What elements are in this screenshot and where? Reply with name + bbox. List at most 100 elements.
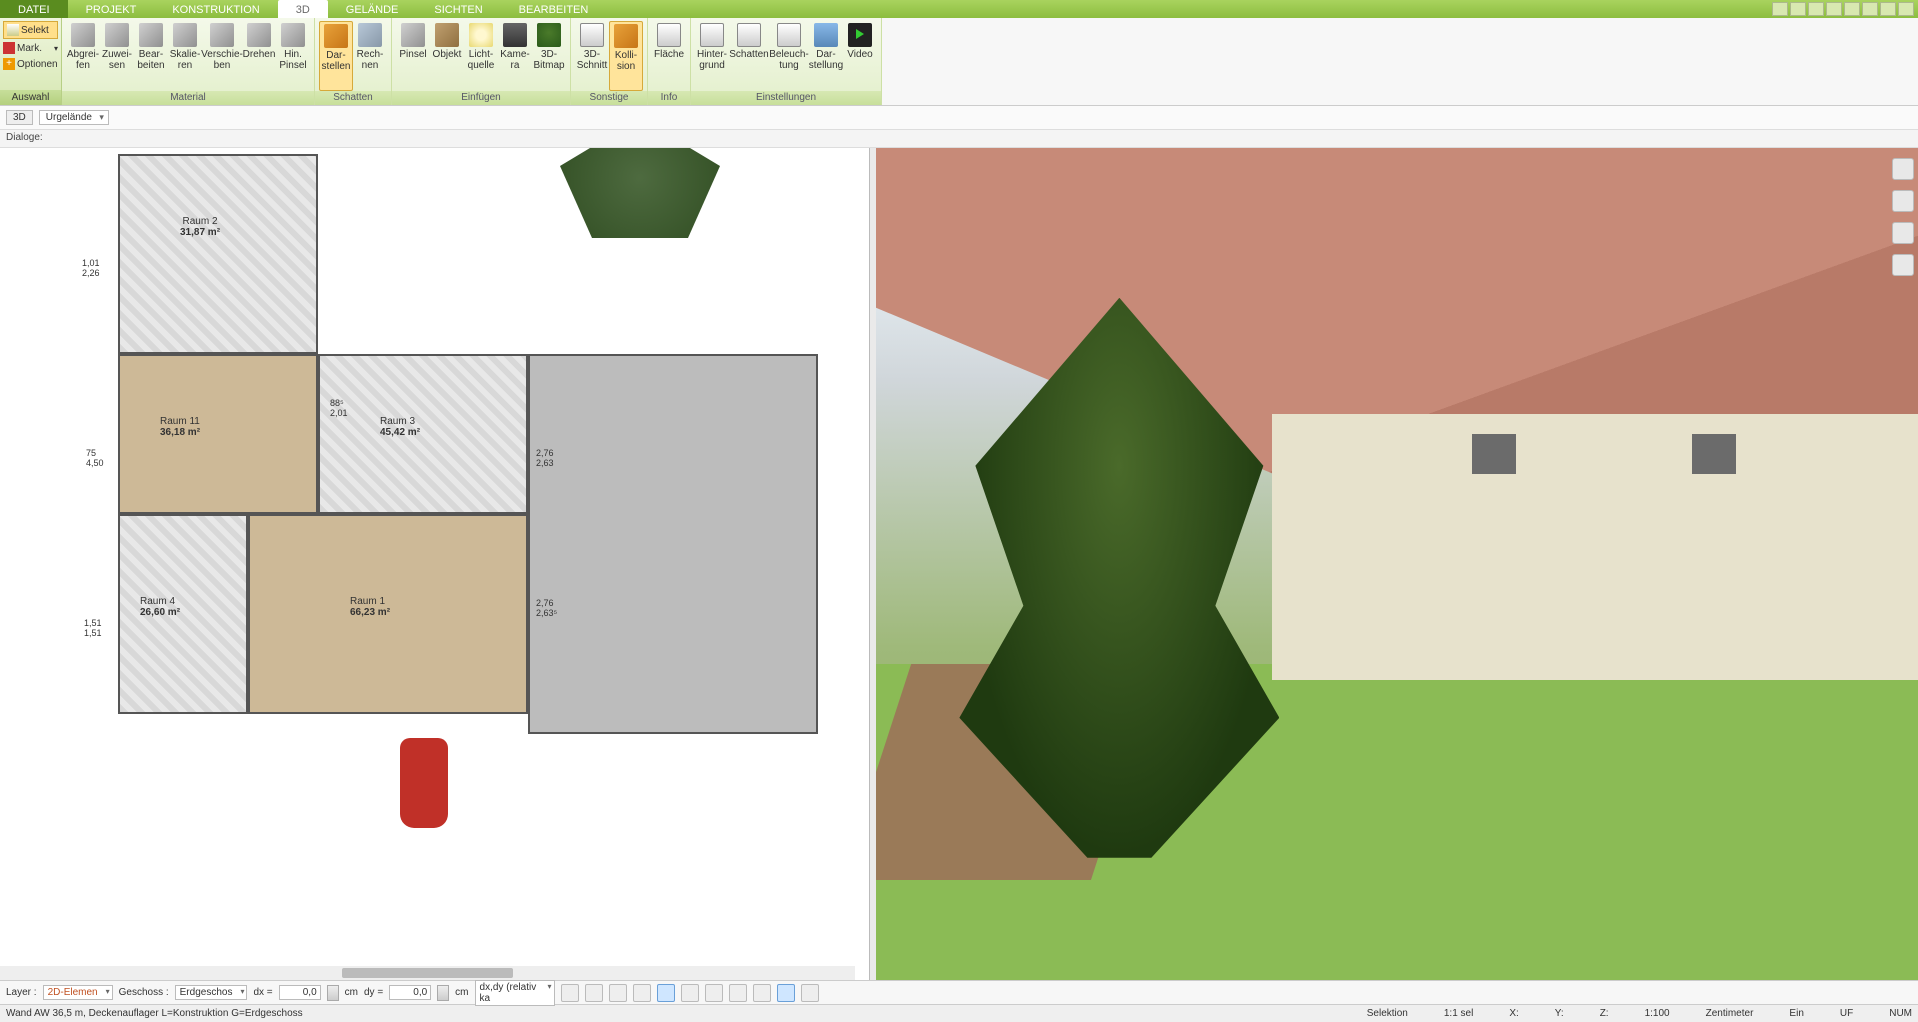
btn-label: Dar-stellung (809, 49, 843, 71)
horizontal-scrollbar[interactable] (0, 966, 855, 980)
floorplan-pane[interactable]: Raum 231,87 m² Raum 1136,18 m² Raum 345,… (0, 148, 870, 980)
darstellung-button[interactable]: Dar-stellung (809, 21, 843, 91)
north-icon[interactable] (777, 984, 795, 1002)
abgreifen-button[interactable]: Abgrei-fen (66, 21, 100, 91)
room-block[interactable]: Raum 166,23 m² (248, 514, 528, 714)
menu-bar: DATEI PROJEKT KONSTRUKTION 3D GELÄNDE SI… (0, 0, 1918, 18)
car-2d[interactable] (400, 738, 448, 828)
floorplan-canvas[interactable]: Raum 231,87 m² Raum 1136,18 m² Raum 345,… (0, 148, 869, 980)
room-block[interactable]: Raum 426,60 m² (118, 514, 248, 714)
btn-label: Kolli-sion (615, 50, 637, 72)
menu-tab-datei[interactable]: DATEI (0, 0, 68, 18)
menu-tab-projekt[interactable]: PROJEKT (68, 0, 155, 18)
btn-label: Fläche (654, 49, 684, 60)
tool-icon[interactable] (1808, 2, 1824, 16)
hintergrund-button[interactable]: Hinter-grund (695, 21, 729, 91)
scroll-thumb[interactable] (342, 968, 513, 978)
menu-tab-sichten[interactable]: SICHTEN (416, 0, 500, 18)
pinsel-button[interactable]: Pinsel (396, 21, 430, 91)
group-label: Info (648, 91, 690, 105)
verschieben-button[interactable]: Verschie-ben (202, 21, 242, 91)
kollision-button[interactable]: Kolli-sion (609, 21, 643, 91)
beleuchtung-button[interactable]: Beleuch-tung (769, 21, 809, 91)
layers-icon[interactable] (1892, 158, 1914, 180)
close-icon[interactable] (1898, 2, 1914, 16)
maximize-icon[interactable] (1880, 2, 1896, 16)
grid-icon[interactable] (753, 984, 771, 1002)
3d-schnitt-button[interactable]: 3D-Schnitt (575, 21, 609, 91)
menu-tab-gelaende[interactable]: GELÄNDE (328, 0, 417, 18)
rotate-icon (247, 23, 271, 47)
house-icon (737, 23, 761, 47)
tool-icon[interactable] (1790, 2, 1806, 16)
room-block[interactable]: Raum 1136,18 m² (118, 354, 318, 514)
mode-select[interactable]: dx,dy (relativ ka (475, 980, 555, 1006)
objekt-button[interactable]: Objekt (430, 21, 464, 91)
snap-icon[interactable] (633, 984, 651, 1002)
darstellen-button[interactable]: Dar-stellen (319, 21, 353, 91)
brush-icon (281, 23, 305, 47)
dx-stepper[interactable] (327, 985, 339, 1001)
cursor-icon (7, 24, 19, 36)
ribbon-group-info: Fläche Info (648, 18, 691, 105)
dy-input[interactable]: 0,0 (389, 985, 431, 1000)
dimension-label: 754,50 (86, 448, 104, 468)
palette-icon[interactable] (1892, 222, 1914, 244)
clock-icon[interactable] (561, 984, 579, 1002)
status-uf: UF (1840, 1008, 1853, 1019)
floor-select[interactable]: Erdgeschos (175, 985, 248, 1000)
tree-icon[interactable] (1892, 254, 1914, 276)
minimize-icon[interactable] (1862, 2, 1878, 16)
dx-label: dx = (253, 987, 272, 998)
skalieren-button[interactable]: Skalie-ren (168, 21, 202, 91)
snap-icon[interactable] (705, 984, 723, 1002)
view-badge: 3D (6, 110, 33, 125)
room-block[interactable]: Raum 231,87 m² (118, 154, 318, 354)
dy-stepper[interactable] (437, 985, 449, 1001)
menu-tab-konstruktion[interactable]: KONSTRUKTION (154, 0, 277, 18)
drehen-button[interactable]: Drehen (242, 21, 276, 91)
3d-scene[interactable] (876, 148, 1918, 980)
layer-combo[interactable]: Urgelände (39, 110, 109, 125)
3d-view-pane[interactable] (876, 148, 1918, 980)
mark-tool[interactable]: Mark. ▾ (0, 40, 61, 56)
main-area: Raum 231,87 m² Raum 1136,18 m² Raum 345,… (0, 148, 1918, 980)
video-button[interactable]: Video (843, 21, 877, 91)
3d-bitmap-button[interactable]: 3D-Bitmap (532, 21, 566, 91)
flaeche-button[interactable]: Fläche (652, 21, 686, 91)
dx-input[interactable]: 0,0 (279, 985, 321, 1000)
room-block[interactable]: Raum 345,42 m² (318, 354, 528, 514)
btn-label: Schatten (729, 49, 768, 60)
menu-tab-bearbeiten[interactable]: BEARBEITEN (501, 0, 607, 18)
btn-label: 3D-Bitmap (533, 49, 564, 71)
hinpinsel-button[interactable]: Hin.Pinsel (276, 21, 310, 91)
grid-icon[interactable] (729, 984, 747, 1002)
lichtquelle-button[interactable]: Licht-quelle (464, 21, 498, 91)
tool-icon[interactable] (1826, 2, 1842, 16)
unit-label: cm (455, 987, 468, 998)
status-selection: Selektion (1367, 1008, 1408, 1019)
snap-icon[interactable] (681, 984, 699, 1002)
layer-select[interactable]: 2D-Elemen (43, 985, 113, 1000)
snap-icon[interactable] (657, 984, 675, 1002)
group-label: Einstellungen (691, 91, 881, 105)
menu-tab-3d[interactable]: 3D (278, 0, 328, 18)
options-tool[interactable]: + Optionen (0, 56, 61, 72)
bearbeiten-button[interactable]: Bear-beiten (134, 21, 168, 91)
furniture-icon[interactable] (1892, 190, 1914, 212)
kamera-button[interactable]: Kame-ra (498, 21, 532, 91)
help-icon[interactable] (1844, 2, 1860, 16)
info-icon[interactable] (801, 984, 819, 1002)
snap-icon[interactable] (609, 984, 627, 1002)
dimension-label: 2,762,63 (536, 448, 554, 468)
tool-icon[interactable] (1772, 2, 1788, 16)
tree-2d[interactable] (560, 148, 720, 238)
btn-label: Verschie-ben (201, 49, 243, 71)
btn-label: Rech-nen (357, 49, 384, 71)
schatten-button[interactable]: Schatten (729, 21, 769, 91)
snap-icon[interactable] (585, 984, 603, 1002)
rechnen-button[interactable]: Rech-nen (353, 21, 387, 91)
select-tool[interactable]: Selekt (3, 21, 58, 39)
zuweisen-button[interactable]: Zuwei-sen (100, 21, 134, 91)
patio-block[interactable] (528, 354, 818, 734)
